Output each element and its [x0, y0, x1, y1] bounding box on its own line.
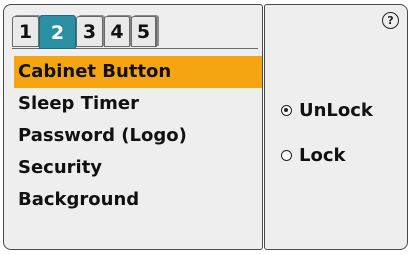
unlock-label: UnLock — [299, 100, 373, 121]
unlock-option[interactable]: UnLock — [281, 100, 373, 121]
tab-2[interactable]: 2 — [39, 15, 76, 49]
menu-item-cabinet-button[interactable]: Cabinet Button — [14, 56, 262, 88]
menu-item-sleep-timer[interactable]: Sleep Timer — [14, 88, 262, 120]
menu-panel: 1 2 3 4 5 Cabinet Button Sleep Timer Pas… — [3, 4, 263, 250]
tab-4[interactable]: 4 — [104, 16, 130, 47]
menu-item-background[interactable]: Background — [14, 184, 262, 216]
settings-menu: Cabinet Button Sleep Timer Password (Log… — [14, 56, 262, 216]
tab-3[interactable]: 3 — [76, 16, 103, 47]
menu-item-password-logo[interactable]: Password (Logo) — [14, 120, 262, 152]
unlock-radio[interactable] — [281, 105, 292, 116]
help-icon[interactable]: ? — [382, 12, 399, 29]
tab-5[interactable]: 5 — [131, 16, 157, 47]
lock-label: Lock — [299, 145, 346, 166]
lock-radio[interactable] — [281, 150, 292, 161]
menu-item-security[interactable]: Security — [14, 152, 262, 184]
lock-option[interactable]: Lock — [281, 145, 345, 166]
options-panel: ? UnLock Lock — [264, 4, 408, 250]
tab-1[interactable]: 1 — [12, 16, 39, 47]
